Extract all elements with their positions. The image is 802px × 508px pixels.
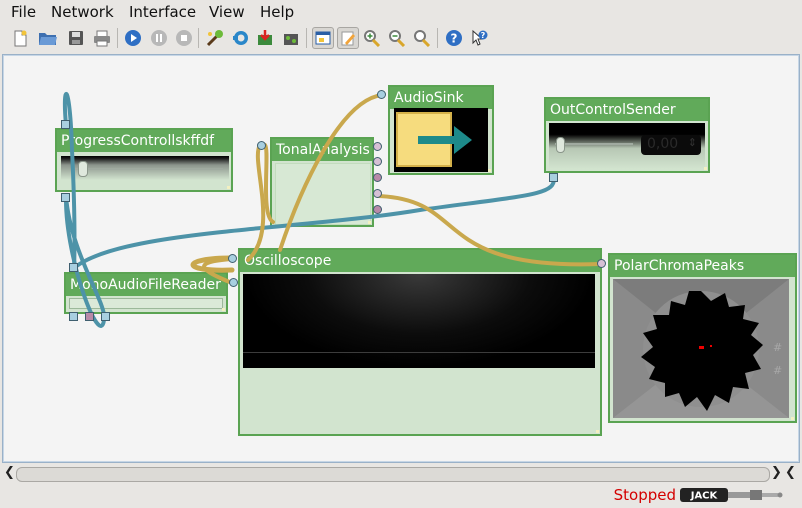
port-out[interactable] — [373, 205, 382, 214]
audio-sink-widget[interactable] — [394, 108, 488, 172]
value-text: 0,00 — [647, 136, 679, 152]
show-interface-icon[interactable] — [312, 27, 334, 49]
chroma-label: # — [773, 364, 783, 377]
resize-handle[interactable] — [488, 169, 491, 172]
node-title[interactable]: MonoAudioFileReader — [66, 274, 226, 296]
toolbar: ? ? — [0, 24, 802, 52]
port-control-out[interactable] — [61, 193, 70, 202]
progress-slider[interactable] — [61, 156, 229, 186]
edit-mode-icon[interactable] — [337, 27, 359, 49]
node-tonal-analysis[interactable]: TonalAnalysis — [270, 137, 374, 227]
arrow-right-icon — [418, 126, 472, 154]
scrollbar-thumb[interactable] — [16, 467, 770, 482]
new-file-icon[interactable] — [9, 27, 31, 49]
resize-handle[interactable] — [791, 417, 794, 420]
port-out[interactable] — [373, 173, 382, 182]
menu-bar: File Network Interface View Help — [0, 0, 802, 24]
oscilloscope-display — [243, 274, 595, 368]
resize-handle[interactable] — [222, 308, 225, 311]
add-processor-icon[interactable] — [204, 27, 226, 49]
resize-handle[interactable] — [368, 221, 371, 224]
resize-handle[interactable] — [227, 186, 230, 189]
port-out[interactable] — [373, 157, 382, 166]
file-progress-bar — [69, 298, 223, 309]
slider-handle[interactable] — [556, 137, 565, 153]
port-out[interactable] — [373, 189, 382, 198]
port-control-out[interactable] — [85, 312, 94, 321]
node-progress-control[interactable]: ProgressControllskffdf — [55, 128, 233, 192]
help-icon[interactable]: ? — [443, 27, 465, 49]
scroll-left-icon[interactable]: ❮ — [4, 465, 15, 480]
toolbar-separator — [117, 28, 118, 48]
chroma-label: # — [773, 341, 783, 354]
import-icon[interactable] — [254, 27, 276, 49]
node-title[interactable]: ProgressControllskffdf — [57, 130, 231, 152]
node-oscilloscope[interactable]: Oscilloscope — [238, 248, 602, 436]
save-icon[interactable] — [65, 27, 87, 49]
menu-network[interactable]: Network — [51, 3, 114, 21]
refresh-icon[interactable] — [230, 27, 252, 49]
port-audio-in[interactable] — [229, 278, 238, 287]
zoom-out-icon[interactable] — [386, 27, 408, 49]
svg-text:?: ? — [481, 31, 486, 40]
node-polar-chroma-peaks[interactable]: PolarChromaPeaks # # — [608, 253, 797, 423]
port-control-in[interactable] — [69, 263, 78, 272]
port-audio-in[interactable] — [228, 254, 237, 263]
control-sender-widget[interactable]: 0,00 ⇕ — [549, 123, 705, 169]
horizontal-scrollbar[interactable]: ❮ ❯ ❮ — [2, 465, 798, 483]
toolbar-separator — [198, 28, 199, 48]
node-title[interactable]: TonalAnalysis — [272, 139, 372, 161]
svg-text:?: ? — [451, 32, 458, 46]
slider-handle[interactable] — [78, 161, 88, 177]
jack-logo-text: JACK — [690, 491, 719, 502]
jack-logo: JACK — [680, 488, 783, 502]
menu-file[interactable]: File — [11, 3, 36, 21]
scroll-left-icon[interactable]: ❮ — [785, 465, 796, 480]
toolbar-separator — [437, 28, 438, 48]
port-control-in[interactable] — [549, 173, 558, 182]
port-audio-in[interactable] — [257, 141, 266, 150]
whats-this-icon[interactable]: ? — [468, 27, 490, 49]
node-title[interactable]: PolarChromaPeaks — [610, 255, 795, 277]
toolbar-separator — [306, 28, 307, 48]
node-audio-sink[interactable]: AudioSink — [388, 85, 494, 175]
export-icon[interactable] — [280, 27, 302, 49]
zoom-in-icon[interactable] — [361, 27, 383, 49]
node-body — [275, 163, 371, 225]
node-mono-audio-file-reader[interactable]: MonoAudioFileReader — [64, 272, 228, 314]
zoom-fit-icon[interactable] — [411, 27, 433, 49]
print-icon[interactable] — [91, 27, 113, 49]
spin-arrows-icon[interactable]: ⇕ — [688, 136, 697, 149]
port-control-in[interactable] — [61, 120, 70, 129]
port-audio-in[interactable] — [377, 90, 386, 99]
port-audio-out[interactable] — [101, 312, 110, 321]
menu-interface[interactable]: Interface — [129, 3, 196, 21]
resize-handle[interactable] — [704, 167, 707, 170]
menu-help[interactable]: Help — [260, 3, 294, 21]
node-title[interactable]: Oscilloscope — [240, 250, 600, 272]
node-out-control-sender[interactable]: OutControlSender 0,00 ⇕ — [544, 97, 710, 173]
menu-view[interactable]: View — [209, 3, 245, 21]
port-control-out[interactable] — [69, 312, 78, 321]
stop-icon[interactable] — [173, 27, 195, 49]
resize-handle[interactable] — [596, 430, 599, 433]
open-folder-icon[interactable] — [37, 27, 59, 49]
port-out[interactable] — [373, 142, 382, 151]
port-in[interactable] — [597, 259, 606, 268]
play-icon[interactable] — [122, 27, 144, 49]
polar-chroma-display: # # — [613, 279, 789, 418]
pause-icon[interactable] — [148, 27, 170, 49]
value-spinbox[interactable]: 0,00 ⇕ — [641, 135, 701, 155]
status-text: Stopped — [613, 486, 676, 504]
node-title[interactable]: AudioSink — [390, 87, 492, 109]
scroll-right-icon[interactable]: ❯ — [771, 465, 782, 480]
node-title[interactable]: OutControlSender — [546, 99, 708, 121]
